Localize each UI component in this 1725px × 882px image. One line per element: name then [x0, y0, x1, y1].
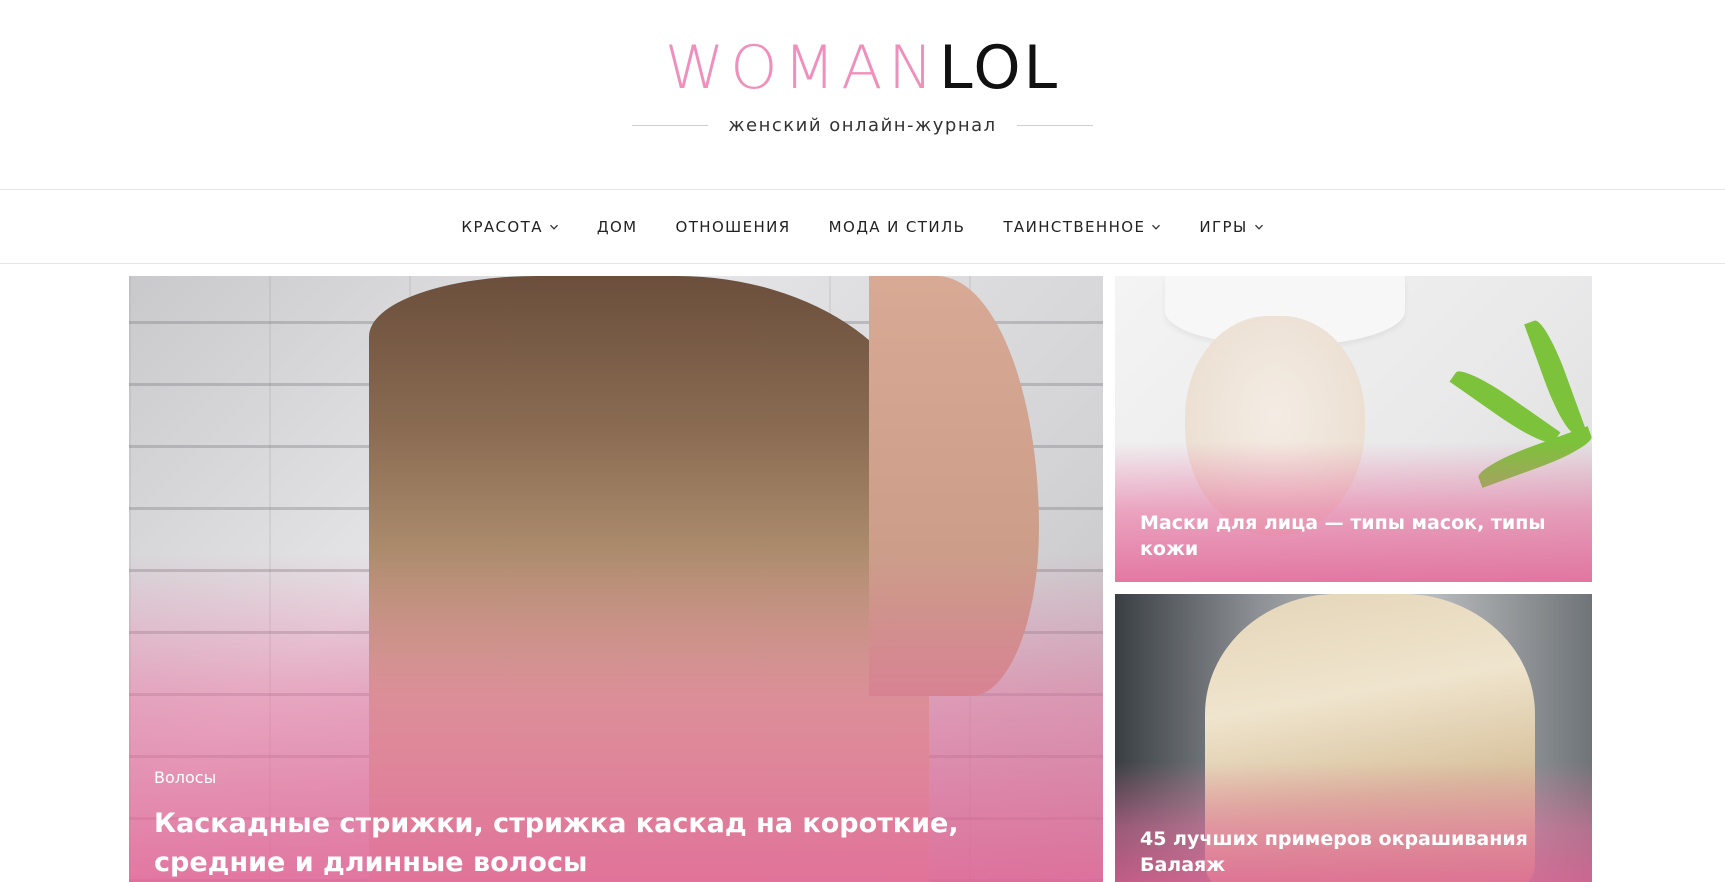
nav-item-fashion[interactable]: МОДА И СТИЛЬ — [829, 218, 966, 236]
tagline-divider-left — [632, 124, 709, 126]
featured-post-main[interactable]: Волосы Каскадные стрижки, стрижка каскад… — [129, 276, 1103, 882]
nav-item-label: МОДА И СТИЛЬ — [828, 217, 966, 236]
nav-item-label: ДОМ — [596, 217, 638, 236]
nav-item-label: КРАСОТА — [461, 217, 543, 236]
nav-item-label: ИГРЫ — [1199, 217, 1248, 236]
chevron-down-icon — [1151, 222, 1161, 232]
logo-lol: LOL — [939, 33, 1061, 103]
nav-item-beauty[interactable]: КРАСОТА — [461, 218, 558, 236]
main-nav: КРАСОТА ДОМ ОТНОШЕНИЯ МОДА И СТИЛЬ ТАИНС… — [0, 189, 1725, 264]
post-category-link[interactable]: Волосы — [154, 768, 216, 787]
tagline-divider-right — [1016, 124, 1093, 126]
site-tagline: женский онлайн-журнал — [728, 114, 997, 136]
post-title[interactable]: Маски для лица — типы масок, типы кожи — [1140, 510, 1560, 562]
featured-post-side-1[interactable]: Маски для лица — типы масок, типы кожи — [1115, 276, 1592, 582]
featured-post-side-2[interactable]: 45 лучших примеров окрашивания Балаяж — [1115, 594, 1592, 882]
logo-woman: WOMAN — [664, 33, 940, 103]
site-header: WOMANLOL женский онлайн-журнал — [0, 0, 1725, 189]
nav-item-label: ОТНОШЕНИЯ — [675, 217, 791, 236]
chevron-down-icon — [1254, 222, 1264, 232]
site-logo[interactable]: WOMANLOL — [0, 34, 1725, 102]
post-title[interactable]: Каскадные стрижки, стрижка каскад на кор… — [154, 804, 1014, 882]
nav-item-label: ТАИНСТВЕННОЕ — [1003, 217, 1146, 236]
nav-item-games[interactable]: ИГРЫ — [1199, 218, 1263, 236]
tagline-row: женский онлайн-журнал — [0, 112, 1725, 138]
post-title[interactable]: 45 лучших примеров окрашивания Балаяж — [1140, 826, 1570, 878]
chevron-down-icon — [549, 222, 559, 232]
nav-item-home[interactable]: ДОМ — [597, 218, 638, 236]
nav-item-relationships[interactable]: ОТНОШЕНИЯ — [676, 218, 791, 236]
nav-item-mysterious[interactable]: ТАИНСТВЕННОЕ — [1003, 218, 1161, 236]
